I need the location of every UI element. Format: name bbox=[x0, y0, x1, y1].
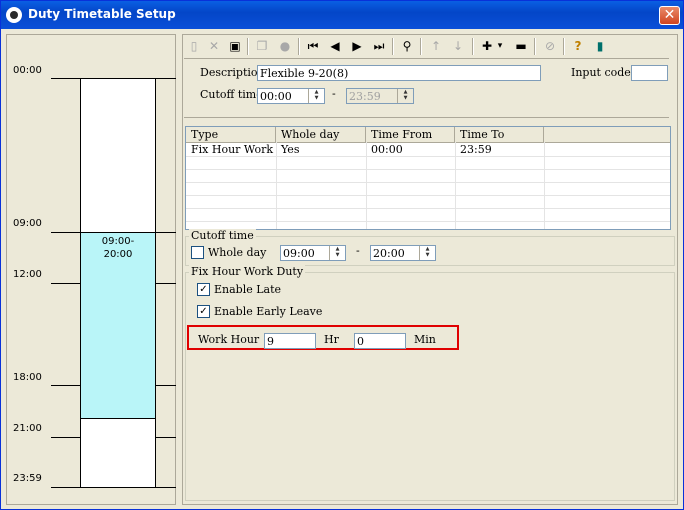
tick-line bbox=[51, 385, 80, 386]
whole-day-label: Whole day bbox=[208, 246, 267, 259]
tick-label: 12:00 bbox=[13, 269, 42, 280]
last-icon[interactable]: ⏭ bbox=[371, 38, 387, 54]
window-title: Duty Timetable Setup bbox=[28, 7, 176, 21]
toolbar-separator bbox=[534, 38, 536, 55]
app-icon bbox=[6, 7, 22, 23]
first-icon[interactable]: ⏮ bbox=[305, 38, 321, 54]
add-icon[interactable]: ✚ bbox=[479, 38, 495, 54]
cell-time-from: 00:00 bbox=[371, 143, 403, 156]
tick-label: 18:00 bbox=[13, 372, 42, 383]
whole-day-checkbox[interactable] bbox=[191, 246, 204, 259]
duty-table[interactable]: Type Whole day Time From Time To Fix Hou… bbox=[185, 126, 671, 230]
toolbar-separator bbox=[472, 38, 474, 55]
find-icon[interactable]: ⚲ bbox=[399, 38, 415, 54]
cutoff-time-label: Cutoff time bbox=[200, 88, 263, 101]
tick-line bbox=[51, 232, 80, 233]
min-label: Min bbox=[414, 333, 436, 346]
tick-label: 09:00 bbox=[13, 218, 42, 229]
cutoff-group-title: Cutoff time bbox=[189, 229, 256, 242]
new-icon[interactable]: ▯ bbox=[186, 38, 202, 54]
copy-icon[interactable]: ❐ bbox=[254, 38, 270, 54]
grid-line bbox=[186, 221, 670, 222]
record-icon[interactable]: ● bbox=[277, 38, 293, 54]
toolbar-separator bbox=[298, 38, 300, 55]
grid-line bbox=[455, 142, 456, 229]
fix-hour-group-title: Fix Hour Work Duty bbox=[189, 265, 306, 278]
enable-early-leave-label: Enable Early Leave bbox=[214, 305, 323, 318]
work-hours-input[interactable]: 9 bbox=[264, 333, 316, 349]
description-input[interactable]: Flexible 9-20(8) bbox=[257, 65, 541, 81]
cutoff-group-to-value: 20:00 bbox=[373, 247, 405, 260]
cutoff-group-from-value: 09:00 bbox=[283, 247, 315, 260]
shift-label-end: 20:00 bbox=[103, 249, 133, 260]
save-icon[interactable]: ▣ bbox=[227, 38, 243, 54]
down-icon[interactable]: ↓ bbox=[450, 38, 466, 54]
input-code-label: Input code : bbox=[571, 66, 639, 79]
toolbar-separator bbox=[420, 38, 422, 55]
tick-label: 23:59 bbox=[13, 473, 42, 484]
enable-late-label: Enable Late bbox=[214, 283, 282, 296]
toolbar: ▯ ✕ ▣ ❐ ● ⏮ ◀ ▶ ⏭ ⚲ ↑ ↓ ✚ ▾ ▬ ⊘ ? ▮ bbox=[184, 36, 669, 57]
enable-late-checkbox[interactable]: ✓ bbox=[197, 283, 210, 296]
cutoff-group-from-spinner[interactable]: ▲ ▼ bbox=[329, 246, 345, 260]
work-hour-label: Work Hour bbox=[198, 333, 260, 346]
shift-block[interactable]: 09:00- 20:00 bbox=[80, 232, 156, 419]
exit-icon[interactable]: ▮ bbox=[592, 38, 608, 54]
column-header-time-from[interactable]: Time From bbox=[366, 127, 455, 142]
tick-line bbox=[156, 232, 176, 233]
column-header-type[interactable]: Type bbox=[186, 127, 276, 142]
cell-time-to: 23:59 bbox=[460, 143, 492, 156]
tick-line bbox=[51, 437, 80, 438]
toolbar-separator bbox=[392, 38, 394, 55]
cutoff-to-value: 23:59 bbox=[349, 90, 381, 103]
hr-label: Hr bbox=[324, 333, 339, 346]
description-label: Description bbox=[200, 66, 265, 79]
grid-line bbox=[366, 142, 367, 229]
cutoff-to-spinner: ▲ ▼ bbox=[397, 89, 413, 103]
enable-early-leave-checkbox[interactable]: ✓ bbox=[197, 305, 210, 318]
grid-line bbox=[276, 142, 277, 229]
toolbar-separator bbox=[563, 38, 565, 55]
cutoff-from-value: 00:00 bbox=[260, 90, 292, 103]
title-bar: Duty Timetable Setup ✕ bbox=[1, 1, 683, 29]
tick-line bbox=[156, 385, 176, 386]
delete-icon[interactable]: ✕ bbox=[206, 38, 222, 54]
grid-line bbox=[544, 142, 545, 229]
table-header: Type Whole day Time From Time To bbox=[186, 127, 670, 143]
cutoff-group-dash: - bbox=[356, 244, 360, 257]
cell-whole-day: Yes bbox=[281, 143, 300, 156]
next-icon[interactable]: ▶ bbox=[349, 38, 365, 54]
add-dropdown-icon[interactable]: ▾ bbox=[495, 38, 505, 54]
toolbar-separator bbox=[247, 38, 249, 55]
column-header-time-to[interactable]: Time To bbox=[455, 127, 544, 142]
duty-timetable-window: Duty Timetable Setup ✕ 00:00 09:00 12:00… bbox=[0, 0, 684, 510]
grid-line bbox=[186, 182, 670, 183]
cutoff-dash: - bbox=[332, 87, 336, 100]
tick-label: 00:00 bbox=[13, 65, 42, 76]
section-divider bbox=[184, 117, 669, 118]
help-icon[interactable]: ? bbox=[570, 38, 586, 54]
remove-icon[interactable]: ▬ bbox=[513, 38, 529, 54]
grid-line bbox=[186, 156, 670, 157]
tick-line bbox=[51, 283, 80, 284]
work-minutes-input[interactable]: 0 bbox=[354, 333, 406, 349]
cutoff-from-spinner[interactable]: ▲ ▼ bbox=[308, 89, 324, 103]
tick-label: 21:00 bbox=[13, 423, 42, 434]
grid-line bbox=[186, 208, 670, 209]
cell-type: Fix Hour Work ... bbox=[191, 143, 276, 156]
grid-line bbox=[186, 195, 670, 196]
grid-line bbox=[186, 169, 670, 170]
input-code-input[interactable] bbox=[631, 65, 668, 81]
cutoff-group-to-spinner[interactable]: ▲ ▼ bbox=[419, 246, 435, 260]
previous-icon[interactable]: ◀ bbox=[327, 38, 343, 54]
close-button[interactable]: ✕ bbox=[659, 6, 680, 25]
tick-line bbox=[156, 437, 176, 438]
toolbar-divider bbox=[184, 58, 669, 59]
column-header-whole-day[interactable]: Whole day bbox=[276, 127, 366, 142]
shift-label-start: 09:00- bbox=[101, 236, 135, 247]
tick-line bbox=[156, 283, 176, 284]
up-icon[interactable]: ↑ bbox=[428, 38, 444, 54]
clear-icon[interactable]: ⊘ bbox=[542, 38, 558, 54]
